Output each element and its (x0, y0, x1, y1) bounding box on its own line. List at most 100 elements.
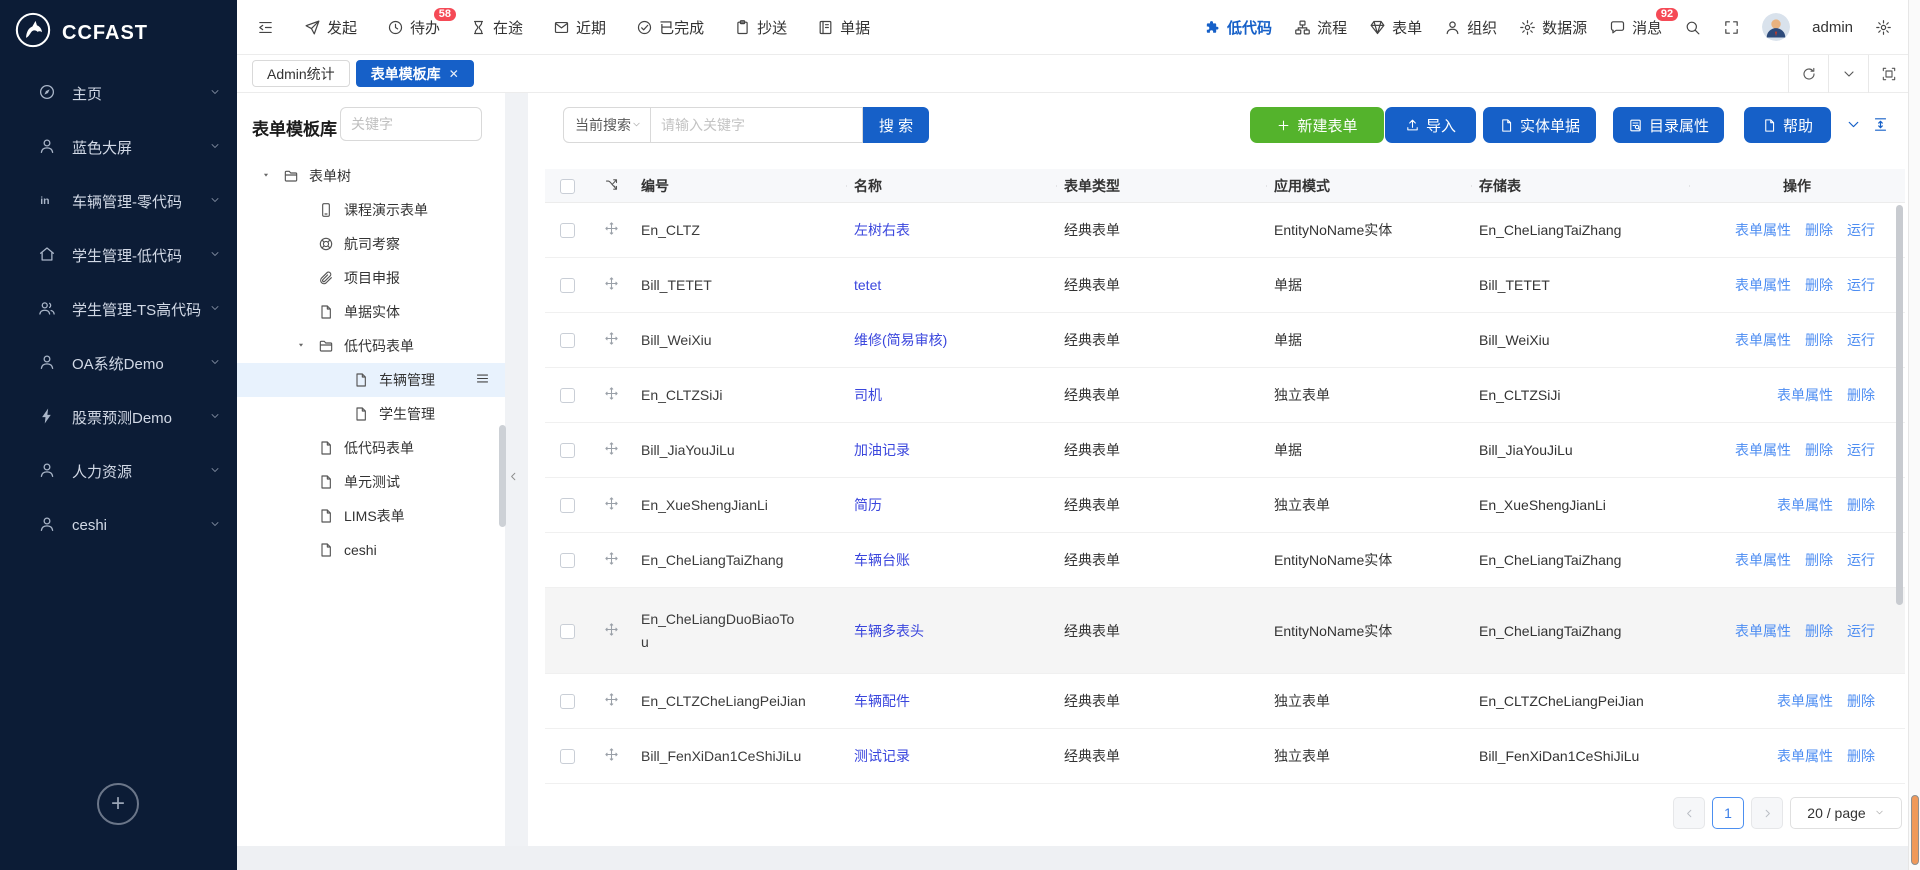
row-action-link[interactable]: 删除 (1805, 442, 1833, 458)
tree-node-8[interactable]: 低代码表单 (237, 431, 505, 465)
row-action-link[interactable]: 删除 (1805, 552, 1833, 568)
nav-recent[interactable]: 近期 (553, 17, 606, 38)
add-app-button[interactable]: + (97, 783, 139, 825)
nav-messages[interactable]: 消息 92 (1609, 5, 1681, 38)
page-number-button[interactable]: 1 (1712, 797, 1744, 829)
nav-forms[interactable]: 表单 (1369, 17, 1422, 38)
row-action-link[interactable]: 表单属性 (1735, 442, 1791, 458)
sidebar-item-5[interactable]: OA系统Demo (0, 336, 237, 390)
nav-menu-fold[interactable] (257, 19, 274, 36)
drag-move-icon[interactable] (604, 622, 619, 637)
help-button[interactable]: 帮助 (1744, 107, 1831, 143)
form-name-link[interactable]: 加油记录 (854, 442, 910, 458)
row-action-link[interactable]: 表单属性 (1777, 693, 1833, 709)
tree-node-6[interactable]: 车辆管理 (237, 363, 505, 397)
form-name-link[interactable]: 测试记录 (854, 748, 910, 764)
row-action-link[interactable]: 删除 (1847, 748, 1875, 764)
row-checkbox[interactable] (559, 498, 575, 514)
nav-initiate[interactable]: 发起 (304, 17, 357, 38)
row-checkbox[interactable] (559, 749, 575, 765)
row-checkbox[interactable] (559, 443, 575, 459)
row-checkbox[interactable] (559, 623, 575, 639)
row-checkbox[interactable] (559, 278, 575, 294)
drag-move-icon[interactable] (604, 496, 619, 511)
entity-bill-button[interactable]: 实体单据 (1483, 107, 1596, 143)
row-action-link[interactable]: 删除 (1847, 497, 1875, 513)
sidebar-item-1[interactable]: 蓝色大屏 (0, 120, 237, 174)
keyword-input[interactable] (651, 107, 863, 143)
caret-down-icon[interactable] (261, 170, 271, 182)
tree-node-3[interactable]: 项目申报 (237, 261, 505, 295)
nav-workflow[interactable]: 流程 (1294, 17, 1347, 38)
row-checkbox[interactable] (559, 333, 575, 349)
tree-node-4[interactable]: 单据实体 (237, 295, 505, 329)
nav-settings[interactable] (1875, 19, 1892, 36)
caret-down-icon[interactable] (296, 340, 306, 352)
row-action-link[interactable]: 表单属性 (1777, 387, 1833, 403)
sidebar-item-8[interactable]: ceshi (0, 498, 237, 552)
row-action-link[interactable]: 表单属性 (1777, 748, 1833, 764)
sidebar-item-6[interactable]: 股票预测Demo (0, 390, 237, 444)
row-action-link[interactable]: 表单属性 (1777, 497, 1833, 513)
row-action-link[interactable]: 运行 (1847, 332, 1875, 348)
next-page-button[interactable] (1751, 797, 1783, 829)
nav-avatar[interactable] (1762, 13, 1791, 41)
row-action-link[interactable]: 表单属性 (1735, 222, 1791, 238)
sidebar-item-3[interactable]: 学生管理-低代码 (0, 228, 237, 282)
row-checkbox[interactable] (559, 553, 575, 569)
tree-node-2[interactable]: 航司考察 (237, 227, 505, 261)
row-action-link[interactable]: 运行 (1847, 552, 1875, 568)
row-action-link[interactable]: 表单属性 (1735, 552, 1791, 568)
drag-move-icon[interactable] (604, 276, 619, 291)
row-action-link[interactable]: 运行 (1847, 442, 1875, 458)
new-form-button[interactable]: 新建表单 (1250, 107, 1384, 143)
drag-move-icon[interactable] (604, 692, 619, 707)
sidebar-item-0[interactable]: 主页 (0, 66, 237, 120)
drag-move-icon[interactable] (604, 221, 619, 236)
nav-cc[interactable]: 抄送 (734, 17, 787, 38)
chevron-down-icon[interactable] (1828, 55, 1868, 93)
row-checkbox[interactable] (559, 388, 575, 404)
directory-properties-button[interactable]: 目录属性 (1613, 107, 1724, 143)
nav-completed[interactable]: 已完成 (636, 17, 704, 38)
drag-move-icon[interactable] (604, 441, 619, 456)
search-scope-select[interactable]: 当前搜索 (563, 107, 651, 143)
form-name-link[interactable]: 简历 (854, 497, 882, 513)
drag-move-icon[interactable] (604, 386, 619, 401)
nav-fullscreen[interactable] (1723, 19, 1740, 36)
nav-data-source[interactable]: 数据源 (1519, 17, 1587, 38)
form-name-link[interactable]: 司机 (854, 387, 882, 403)
nav-todo[interactable]: 待办 58 (387, 5, 459, 38)
sidebar-item-2[interactable]: in 车辆管理-零代码 (0, 174, 237, 228)
panel-collapse-handle[interactable] (505, 452, 521, 500)
page-size-select[interactable]: 20 / page (1790, 797, 1902, 829)
row-action-link[interactable]: 删除 (1805, 332, 1833, 348)
tab-1[interactable]: 表单模板库 ✕ (355, 60, 474, 87)
form-name-link[interactable]: 维修(简易审核) (854, 332, 947, 348)
drag-move-icon[interactable] (604, 331, 619, 346)
drag-move-icon[interactable] (604, 747, 619, 762)
drag-move-icon[interactable] (604, 551, 619, 566)
nav-in-transit[interactable]: 在途 (470, 17, 523, 38)
row-action-link[interactable]: 删除 (1847, 387, 1875, 403)
row-action-link[interactable]: 表单属性 (1735, 623, 1791, 639)
row-action-link[interactable]: 删除 (1805, 623, 1833, 639)
tree-node-7[interactable]: 学生管理 (237, 397, 505, 431)
tree-node-1[interactable]: 课程演示表单 (237, 193, 505, 227)
node-menu-icon[interactable] (475, 371, 490, 388)
maximize-icon[interactable] (1868, 55, 1908, 93)
row-action-link[interactable]: 表单属性 (1735, 332, 1791, 348)
sort-shuffle-icon[interactable] (604, 177, 619, 192)
row-action-link[interactable]: 运行 (1847, 277, 1875, 293)
row-action-link[interactable]: 运行 (1847, 222, 1875, 238)
row-action-link[interactable]: 表单属性 (1735, 277, 1791, 293)
tree-node-5[interactable]: 低代码表单 (237, 329, 505, 363)
nav-low-code[interactable]: 低代码 (1204, 17, 1272, 38)
prev-page-button[interactable] (1673, 797, 1705, 829)
tree-node-11[interactable]: ceshi (237, 533, 505, 567)
row-checkbox[interactable] (559, 694, 575, 710)
nav-organization[interactable]: 组织 (1444, 17, 1497, 38)
row-action-link[interactable]: 删除 (1805, 277, 1833, 293)
row-action-link[interactable]: 删除 (1847, 693, 1875, 709)
form-name-link[interactable]: 左树右表 (854, 222, 910, 238)
